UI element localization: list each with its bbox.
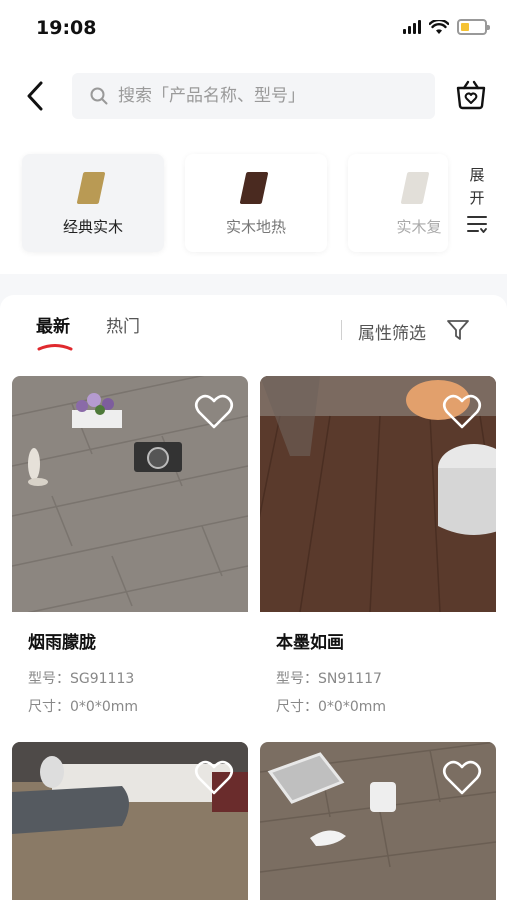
size-value: 0*0*0mm: [70, 699, 138, 715]
size-value: 0*0*0mm: [318, 699, 386, 715]
product-image[interactable]: [260, 376, 496, 612]
product-card[interactable]: [12, 742, 248, 900]
chevron-left-icon: [27, 81, 43, 111]
category-card-classic[interactable]: 经典实木: [22, 154, 164, 252]
model-value: SG91113: [70, 671, 135, 687]
product-name: 烟雨朦胧: [28, 633, 96, 653]
tab-popular[interactable]: 热门: [106, 312, 140, 337]
product-model: 型号：SN91117: [276, 665, 496, 693]
category-card-heating[interactable]: 实木地热: [185, 154, 327, 252]
product-image[interactable]: [260, 742, 496, 900]
product-size: 尺寸：0*0*0mm: [276, 693, 496, 721]
filter-funnel-icon[interactable]: [446, 319, 470, 341]
list-expand-icon: [467, 216, 487, 233]
wifi-icon: [429, 19, 449, 34]
favorites-button[interactable]: [453, 77, 489, 113]
product-card[interactable]: 烟雨朦胧 型号：SG91113 尺寸：0*0*0mm: [12, 376, 248, 721]
category-row: 经典实木 实木地热 实木复 展 开: [22, 154, 492, 252]
model-label: 型号：: [276, 671, 318, 687]
product-card[interactable]: [260, 742, 496, 900]
size-label: 尺寸：: [28, 699, 70, 715]
expand-button[interactable]: 展 开: [462, 164, 492, 234]
product-card[interactable]: 本墨如画 型号：SN91117 尺寸：0*0*0mm: [260, 376, 496, 721]
product-model: 型号：SG91113: [28, 665, 248, 693]
model-label: 型号：: [28, 671, 70, 687]
favorite-heart-icon[interactable]: [194, 394, 234, 430]
product-image[interactable]: [12, 742, 248, 900]
battery-icon: [457, 19, 490, 35]
favorite-heart-icon[interactable]: [442, 394, 482, 430]
filter-divider: [341, 320, 342, 340]
signal-icon: [403, 20, 421, 34]
status-icons: [403, 19, 490, 35]
status-time: 19:08: [36, 17, 97, 39]
active-tab-indicator: [37, 344, 73, 351]
back-button[interactable]: [20, 78, 50, 114]
header: [0, 70, 507, 122]
product-image[interactable]: [12, 376, 248, 612]
search-bar[interactable]: [72, 73, 435, 119]
favorite-heart-icon[interactable]: [194, 760, 234, 796]
favorite-heart-icon[interactable]: [442, 760, 482, 796]
size-label: 尺寸：: [276, 699, 318, 715]
sort-tabs: 最新 热门 属性筛选: [0, 295, 507, 361]
category-label: 实木复: [396, 218, 442, 236]
expand-label-1: 展: [469, 166, 485, 184]
status-bar: 19:08: [0, 0, 507, 58]
category-card-composite[interactable]: 实木复: [348, 154, 448, 252]
category-label: 经典实木: [62, 218, 123, 236]
heart-basket-icon: [456, 80, 486, 110]
tab-newest[interactable]: 最新: [36, 312, 70, 337]
category-swatch: [76, 172, 106, 204]
search-icon: [90, 87, 108, 105]
category-label: 实木地热: [225, 218, 286, 236]
expand-label-2: 开: [469, 189, 485, 207]
category-swatch: [239, 172, 269, 204]
search-input[interactable]: [118, 86, 418, 106]
model-value: SN91117: [318, 671, 382, 687]
attribute-filter-button[interactable]: 属性筛选: [358, 319, 426, 344]
product-name: 本墨如画: [276, 633, 344, 653]
product-size: 尺寸：0*0*0mm: [28, 693, 248, 721]
category-swatch: [400, 172, 430, 204]
